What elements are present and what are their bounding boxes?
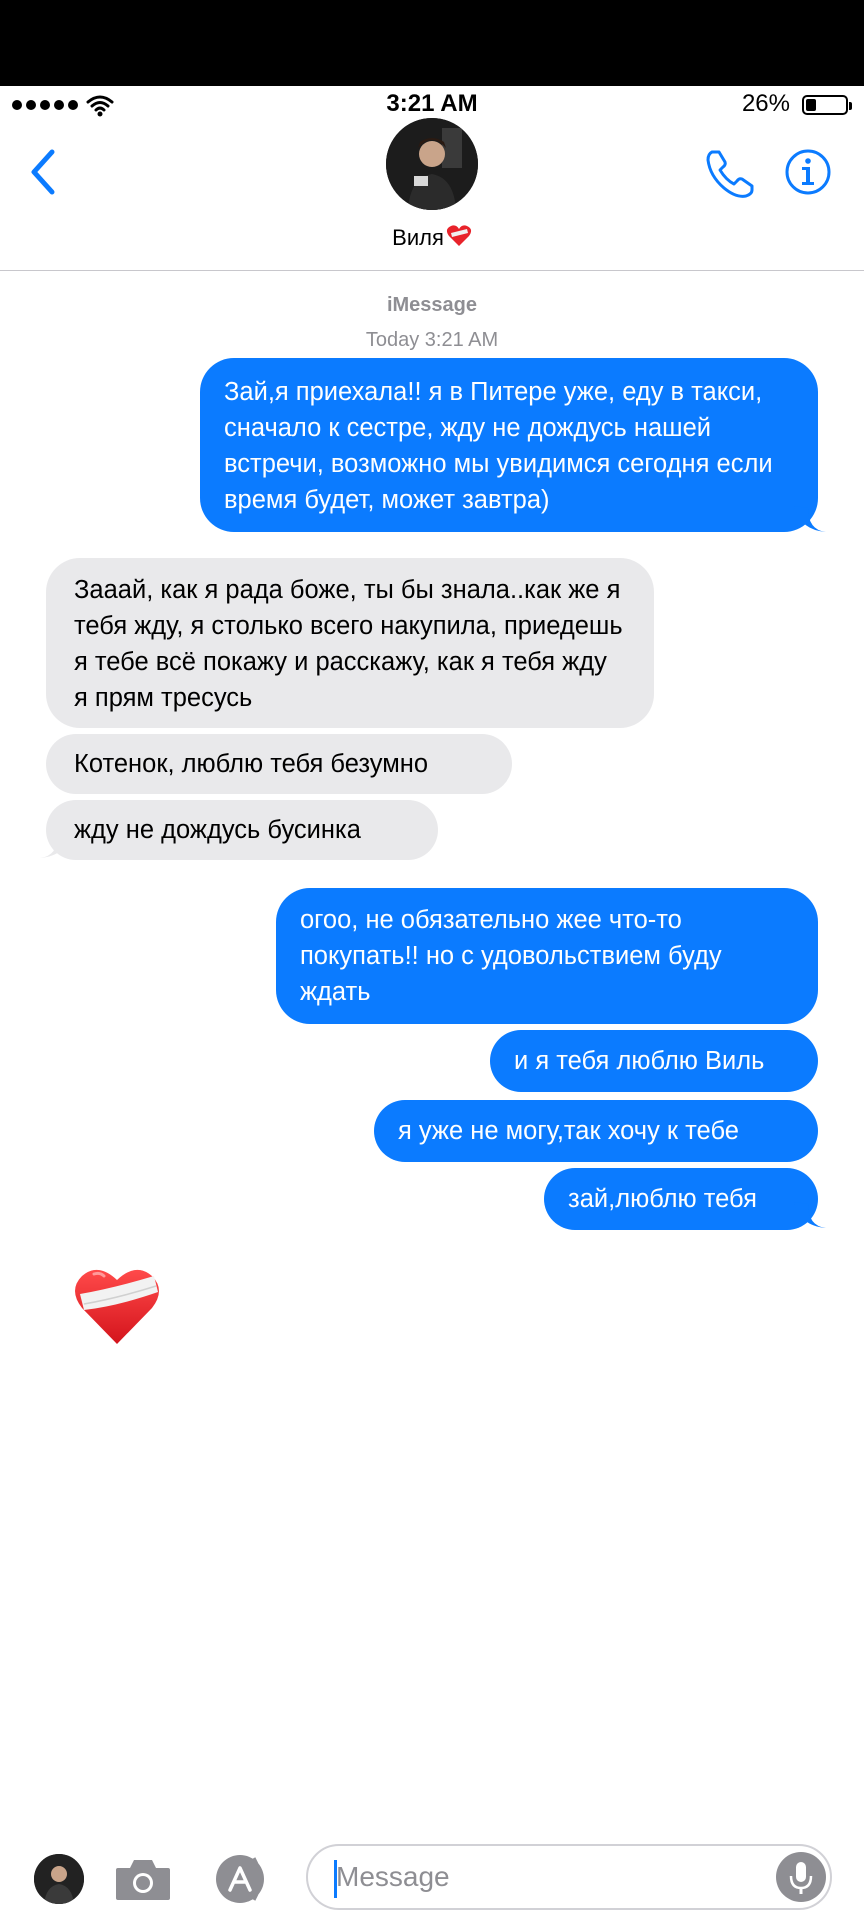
- contact-avatar[interactable]: [386, 118, 478, 210]
- bubble-tail: [794, 506, 826, 532]
- conversation-header: Виля: [0, 118, 864, 271]
- battery-percent: 26%: [741, 90, 790, 117]
- phone-icon[interactable]: [702, 146, 756, 202]
- message-bubble-incoming[interactable]: жду не дождусь бусинка: [46, 800, 438, 860]
- bubble-tail: [40, 832, 72, 858]
- message-bubble-outgoing[interactable]: Зай,я приехала!! я в Питере уже, еду в т…: [200, 358, 818, 532]
- thread-timestamp: Today 3:21 AM: [365, 329, 499, 351]
- service-label: iMessage: [386, 294, 478, 316]
- back-chevron-icon[interactable]: [22, 142, 66, 202]
- message-bubble-outgoing[interactable]: я уже не могу,так хочу к тебе: [374, 1100, 818, 1162]
- message-bubble-outgoing[interactable]: огоо, не обязательно жее что-то покупать…: [276, 888, 818, 1024]
- microphone-icon[interactable]: [776, 1852, 826, 1902]
- message-bubble-incoming[interactable]: Зааай, как я рада боже, ты бы знала..как…: [46, 558, 654, 728]
- message-bubble-outgoing[interactable]: зай,люблю тебя: [544, 1168, 818, 1230]
- bubble-tail: [794, 1202, 826, 1228]
- contact-name[interactable]: Виля: [0, 224, 864, 251]
- contact-name-text: Виля: [392, 225, 444, 250]
- camera-icon[interactable]: [114, 1856, 172, 1902]
- app-store-icon[interactable]: [206, 1852, 276, 1906]
- composer-bar: Message: [0, 1830, 864, 1920]
- message-input[interactable]: Message: [306, 1844, 832, 1910]
- battery-icon: [802, 95, 852, 115]
- top-black-bar: [0, 0, 864, 86]
- mending-heart-icon[interactable]: [74, 1264, 160, 1348]
- message-bubble-incoming[interactable]: Котенок, люблю тебя безумно: [46, 734, 512, 794]
- text-cursor: [334, 1860, 337, 1898]
- mending-heart-icon: [446, 225, 471, 246]
- message-bubble-outgoing[interactable]: и я тебя люблю Виль: [490, 1030, 818, 1092]
- status-time: 3:21 AM: [386, 90, 478, 117]
- profile-avatar[interactable]: [34, 1854, 84, 1904]
- info-icon[interactable]: [784, 148, 832, 196]
